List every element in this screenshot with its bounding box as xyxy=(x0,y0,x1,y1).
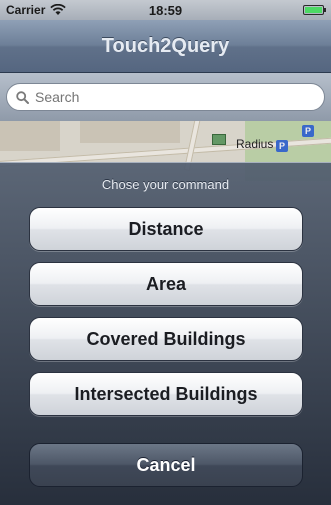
action-sheet: Chose your command Distance Area Covered… xyxy=(0,162,331,505)
intersected-buildings-button[interactable]: Intersected Buildings xyxy=(29,372,303,416)
search-input[interactable] xyxy=(35,89,305,105)
area-button[interactable]: Area xyxy=(29,262,303,306)
action-sheet-title: Chose your command xyxy=(101,177,230,192)
distance-button-label: Distance xyxy=(128,218,204,239)
navigation-bar: Touch2Query xyxy=(0,20,331,73)
cancel-button-label: Cancel xyxy=(136,454,196,475)
search-icon xyxy=(16,90,29,104)
covered-buildings-button[interactable]: Covered Buildings xyxy=(29,317,303,361)
cancel-button[interactable]: Cancel xyxy=(29,443,303,487)
status-time: 18:59 xyxy=(148,3,183,18)
area-button-label: Area xyxy=(145,273,187,294)
search-field[interactable] xyxy=(6,83,325,111)
battery-icon xyxy=(303,5,326,15)
distance-button[interactable]: Distance xyxy=(29,207,303,251)
nav-title: Touch2Query xyxy=(101,34,230,57)
status-bar: Carrier 18:59 xyxy=(0,0,331,20)
search-bar xyxy=(0,73,331,121)
covered-buildings-button-label: Covered Buildings xyxy=(86,328,246,349)
intersected-buildings-button-label: Intersected Buildings xyxy=(74,383,258,404)
